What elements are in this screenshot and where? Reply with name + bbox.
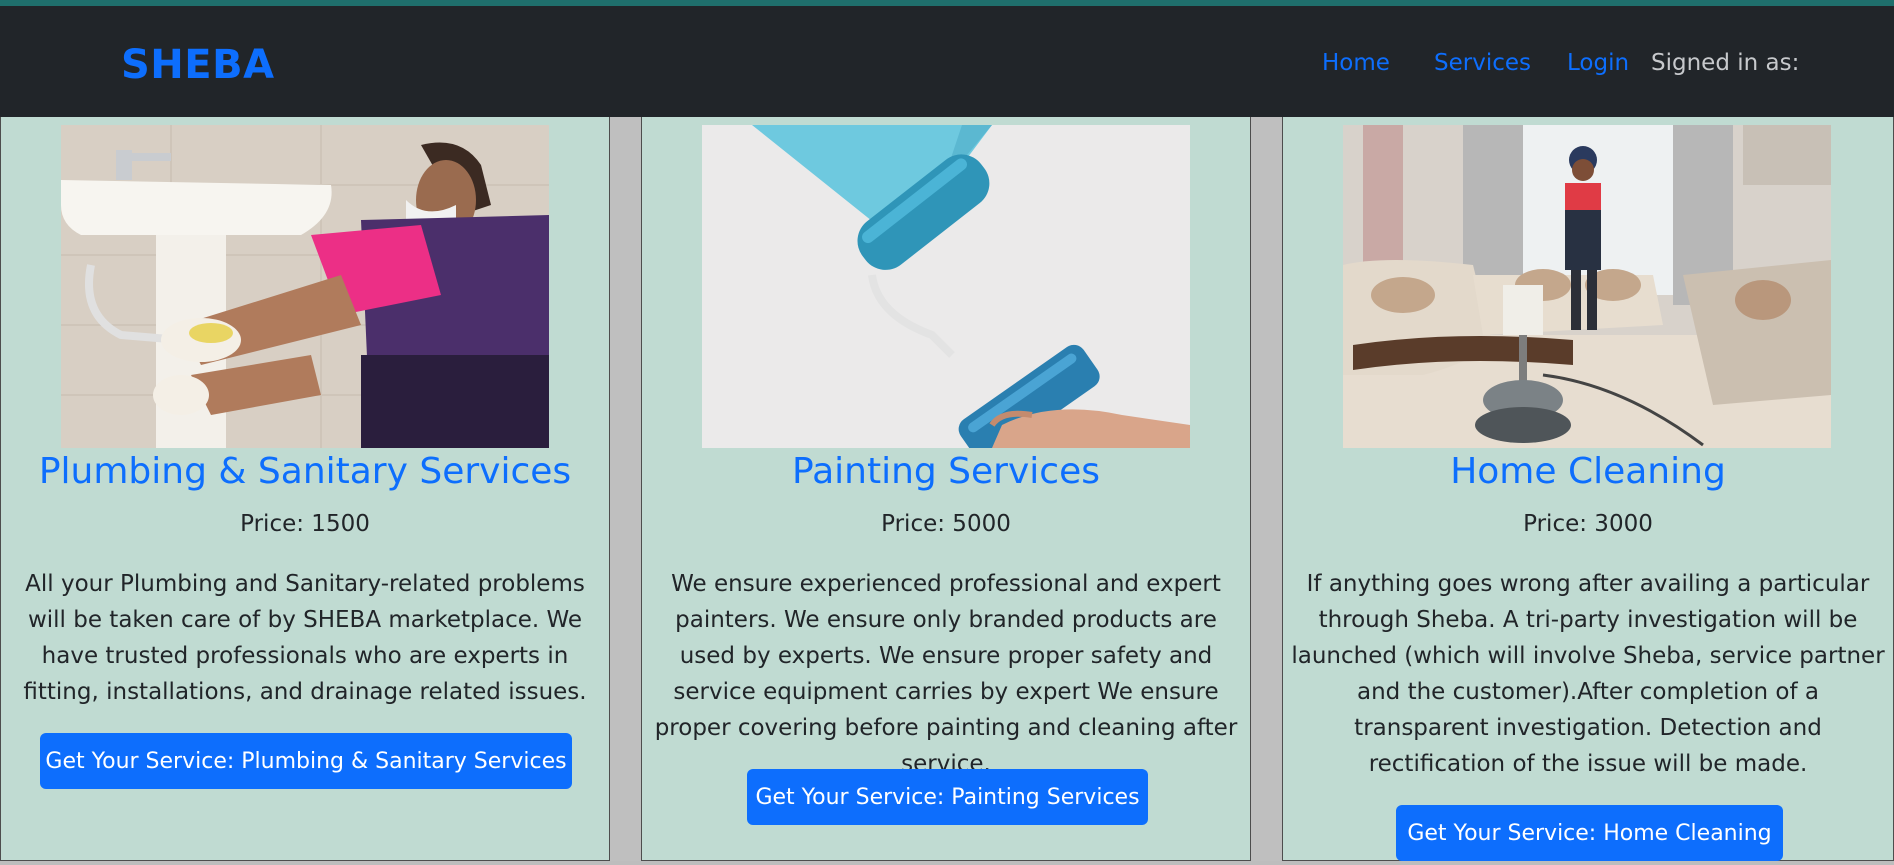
window-bottom-edge (0, 861, 1894, 865)
service-card-cleaning: Home Cleaning Price: 3000 If anything go… (1282, 117, 1894, 861)
service-cards: Plumbing & Sanitary Services Price: 1500… (0, 117, 1894, 861)
card-title: Plumbing & Sanitary Services (38, 451, 572, 492)
card-description: All your Plumbing and Sanitary-related p… (23, 571, 587, 705)
card-price: Price: 5000 (881, 511, 1011, 537)
card-title: Painting Services (791, 451, 1100, 492)
signed-in-label: Signed in as: (1651, 50, 1800, 76)
get-service-button-plumbing[interactable]: Get Your Service: Plumbing & Sanitary Se… (40, 733, 572, 789)
card-title: Home Cleaning (1450, 451, 1726, 492)
nav-link-home[interactable]: Home (1322, 50, 1390, 76)
card-price: Price: 1500 (240, 511, 370, 537)
cleaning-image (1343, 125, 1831, 448)
nav-link-services[interactable]: Services (1434, 50, 1531, 76)
navbar: SHEBA Home Services Login Signed in as: (0, 6, 1894, 117)
get-service-button-cleaning[interactable]: Get Your Service: Home Cleaning (1396, 805, 1783, 861)
card-description: We ensure experienced professional and e… (654, 571, 1238, 777)
get-service-button-painting[interactable]: Get Your Service: Painting Services (747, 769, 1148, 825)
painting-image (702, 125, 1190, 448)
service-card-plumbing: Plumbing & Sanitary Services Price: 1500… (0, 117, 610, 861)
brand-logo[interactable]: SHEBA (121, 42, 275, 88)
card-description: If anything goes wrong after availing a … (1291, 571, 1885, 777)
service-card-painting: Painting Services Price: 5000 We ensure … (641, 117, 1251, 861)
nav-link-login[interactable]: Login (1567, 50, 1629, 76)
card-price: Price: 3000 (1523, 511, 1653, 537)
plumbing-image (61, 125, 549, 448)
